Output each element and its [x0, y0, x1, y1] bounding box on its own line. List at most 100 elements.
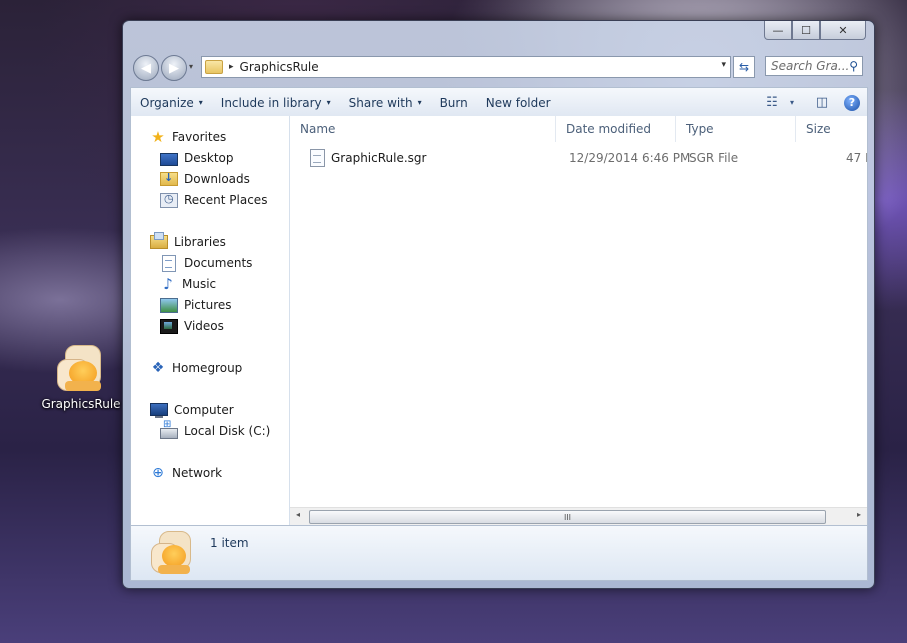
new-folder-button[interactable]: New folder — [477, 88, 560, 117]
nav-desktop-label: Desktop — [184, 151, 234, 165]
new-folder-label: New folder — [485, 95, 551, 110]
homegroup-icon: ❖ — [151, 360, 165, 376]
maximize-button[interactable]: ☐ — [792, 21, 820, 40]
explorer-body: ★ Favorites Desktop Downloads Recent Plac… — [130, 116, 868, 526]
address-history-dropdown[interactable]: ▾ — [721, 60, 726, 70]
column-date-label: Date modified — [566, 122, 652, 136]
include-in-library-button[interactable]: Include in library ▾ — [212, 88, 340, 117]
nav-videos[interactable]: Videos — [160, 316, 224, 336]
recent-pages-dropdown[interactable]: ▾ — [189, 62, 193, 71]
chevron-down-icon: ▾ — [417, 98, 422, 107]
nav-network-label: Network — [172, 466, 223, 480]
column-header-date-modified[interactable]: Date modified — [556, 116, 676, 142]
nav-downloads-label: Downloads — [184, 172, 250, 186]
close-icon: ✕ — [838, 23, 848, 37]
share-with-button[interactable]: Share with ▾ — [340, 88, 431, 117]
close-button[interactable]: ✕ — [820, 21, 866, 40]
pictures-icon — [160, 297, 178, 313]
breadcrumb-separator-icon[interactable]: ▸ — [229, 62, 234, 72]
views-icon: ☷ — [766, 95, 778, 110]
minimize-icon: — — [772, 23, 784, 37]
minimize-button[interactable]: — — [764, 21, 792, 40]
nav-local-disk-c[interactable]: Local Disk (C:) — [160, 419, 271, 441]
help-icon: ? — [844, 94, 860, 111]
file-row[interactable]: GraphicRule.sgr 12/29/2014 6:46 PM SGR F… — [290, 148, 867, 168]
horizontal-scrollbar[interactable]: ◂ III ▸ — [290, 507, 867, 525]
nav-pictures[interactable]: Pictures — [160, 295, 232, 315]
nav-music[interactable]: ♪ Music — [160, 274, 216, 294]
nav-desktop[interactable]: Desktop — [160, 148, 234, 168]
organize-label: Organize — [140, 95, 194, 110]
address-bar[interactable]: ▸ GraphicsRule ▾ — [201, 56, 731, 78]
details-pane: 1 item — [130, 526, 868, 581]
maximize-icon: ☐ — [801, 23, 811, 37]
libraries-icon — [150, 232, 168, 249]
grip-icon: III — [563, 512, 572, 522]
scroll-left-icon[interactable]: ◂ — [296, 510, 300, 519]
chevron-down-icon: ▾ — [198, 98, 203, 107]
nav-network[interactable]: ⊕ Network — [150, 463, 222, 483]
search-placeholder: Search Gra... — [771, 59, 850, 73]
share-with-label: Share with — [348, 95, 413, 110]
graphicsrule-app-icon — [55, 345, 107, 393]
chevron-down-icon: ▾ — [326, 98, 331, 107]
chevron-down-icon: ▾ — [789, 98, 794, 107]
file-icon — [310, 149, 325, 167]
chevron-down-icon: ▾ — [721, 60, 726, 70]
nav-local-disk-label: Local Disk (C:) — [184, 424, 271, 438]
help-button[interactable]: ? — [841, 92, 867, 114]
column-type-label: Type — [686, 122, 714, 136]
star-icon: ★ — [151, 128, 165, 146]
nav-favorites[interactable]: ★ Favorites — [150, 127, 226, 147]
burn-button[interactable]: Burn — [431, 88, 477, 117]
music-note-icon: ♪ — [163, 275, 173, 293]
nav-downloads[interactable]: Downloads — [160, 169, 250, 189]
nav-recent-places[interactable]: Recent Places — [160, 190, 267, 210]
refresh-button[interactable]: ⇆ — [733, 56, 755, 78]
file-date-modified: 12/29/2014 6:46 PM — [569, 151, 691, 165]
refresh-icon: ⇆ — [738, 60, 750, 74]
search-icon[interactable]: ⚲ — [849, 59, 858, 73]
scroll-right-icon[interactable]: ▸ — [857, 510, 861, 519]
column-header-name[interactable]: Name — [290, 116, 556, 142]
forward-button[interactable]: ▶ — [161, 55, 187, 81]
nav-videos-label: Videos — [184, 319, 224, 333]
preview-pane-icon: ◫ — [815, 95, 829, 110]
view-controls: ☷ ▾ ◫ ? — [759, 88, 867, 117]
back-button[interactable]: ◀ — [133, 55, 159, 81]
column-size-label: Size — [806, 122, 831, 136]
nav-homegroup[interactable]: ❖ Homegroup — [150, 358, 243, 378]
nav-documents[interactable]: Documents — [160, 253, 252, 273]
organize-button[interactable]: Organize ▾ — [131, 88, 212, 117]
network-icon: ⊕ — [152, 465, 164, 481]
navigation-row: ◀ ▶ ▾ ▸ GraphicsRule ▾ ⇆ Search Gra... ⚲ — [133, 55, 866, 81]
folder-icon — [205, 60, 223, 74]
search-input[interactable]: Search Gra... ⚲ — [765, 56, 863, 76]
nav-documents-label: Documents — [184, 256, 253, 270]
scrollbar-thumb[interactable]: III — [309, 510, 826, 524]
back-arrow-icon: ◀ — [141, 60, 151, 76]
file-name-cell[interactable]: GraphicRule.sgr — [310, 148, 426, 168]
nav-homegroup-label: Homegroup — [172, 361, 243, 375]
preview-pane-button[interactable]: ◫ — [809, 92, 835, 114]
desktop-icon-graphicsrule[interactable]: GraphicsRule — [40, 345, 122, 411]
include-in-library-label: Include in library — [220, 95, 322, 110]
file-name: GraphicRule.sgr — [331, 151, 427, 165]
file-type: SGR File — [689, 151, 739, 165]
change-view-button[interactable]: ☷ — [759, 92, 785, 114]
recent-places-icon — [160, 192, 178, 208]
graphicsrule-folder-icon — [149, 531, 195, 577]
forward-arrow-icon: ▶ — [169, 60, 179, 76]
desktop-icon-label: GraphicsRule — [41, 397, 121, 411]
view-options-dropdown[interactable]: ▾ — [785, 92, 799, 114]
nav-libraries[interactable]: Libraries — [150, 232, 226, 252]
file-size: 47 K — [846, 151, 867, 165]
nav-pictures-label: Pictures — [184, 298, 232, 312]
column-header-size[interactable]: Size — [796, 116, 867, 142]
downloads-folder-icon — [160, 171, 178, 186]
breadcrumb-graphicsrule[interactable]: GraphicsRule — [240, 60, 319, 74]
column-header-type[interactable]: Type — [676, 116, 796, 142]
nav-computer[interactable]: Computer — [150, 400, 234, 420]
nav-favorites-label: Favorites — [172, 130, 227, 144]
column-name-label: Name — [300, 122, 336, 136]
